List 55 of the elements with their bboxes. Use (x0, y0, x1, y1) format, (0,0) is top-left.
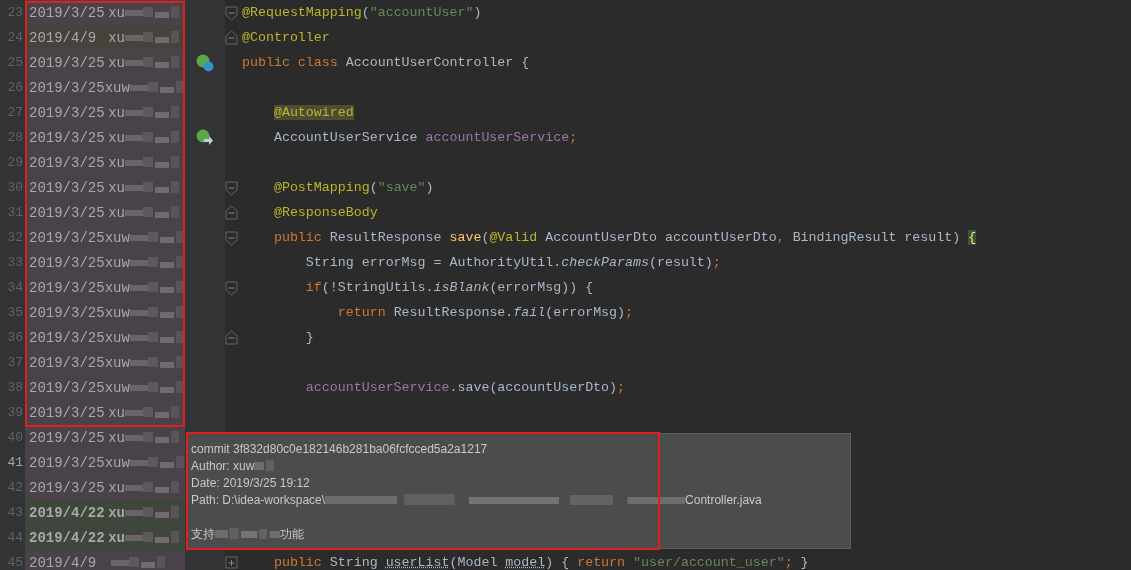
code-line: public class AccountUserController { (242, 55, 530, 70)
blame-annotation[interactable]: 2019/3/25 xu (25, 475, 185, 500)
code-line: String errorMsg = AuthorityUtil.checkParams(result); (304, 255, 721, 270)
blame-annotation[interactable]: 2019/4/22 xu (25, 525, 185, 550)
redaction-mark (215, 527, 280, 541)
tooltip-text: 功能 (280, 525, 304, 543)
blame-annotation[interactable]: 2019/3/25xuw (25, 250, 185, 275)
blame-annotation[interactable]: 2019/4/22 xu (25, 500, 185, 525)
blame-annotation[interactable]: 2019/3/25 xu (25, 150, 185, 175)
tooltip-text: Controller.java (685, 492, 762, 507)
blame-annotation[interactable]: 2019/3/25 xu (25, 100, 185, 125)
blame-annotation[interactable]: 2019/3/25 xu (25, 50, 185, 75)
code-line: @RequestMapping("accountUser") (242, 5, 482, 20)
blame-annotation[interactable]: 2019/3/25xuw (25, 350, 185, 375)
code-line: @PostMapping("save") (272, 180, 434, 195)
tooltip-text: Date: 2019/3/25 19:12 (191, 475, 310, 490)
blame-annotation[interactable]: 2019/3/25 xu (25, 425, 185, 450)
blame-annotation[interactable]: 2019/3/25 xu (25, 400, 185, 425)
blame-annotation[interactable]: 2019/3/25 xu (25, 0, 185, 25)
tooltip-text: Author: xuw (191, 458, 255, 473)
fold-marker-icon[interactable] (225, 229, 238, 246)
code-line: if(!StringUtils.isBlank(errorMsg)) { (304, 280, 594, 295)
blame-annotation[interactable]: 2019/3/25 xu (25, 200, 185, 225)
blame-annotation[interactable]: 2019/3/25xuw (25, 325, 185, 350)
code-line: @Controller (242, 30, 330, 45)
blame-annotation[interactable]: 2019/4/9 xu (25, 25, 185, 50)
blame-annotation[interactable]: 2019/3/25 xu (25, 175, 185, 200)
code-line: accountUserService.save(accountUserDto); (304, 380, 626, 395)
code-line: @ResponseBody (272, 205, 378, 220)
tooltip-text: Path: D:\idea-workspace\ (191, 492, 326, 507)
code-line: return ResultResponse.fail(errorMsg); (336, 305, 634, 320)
autowired-icon[interactable] (196, 128, 214, 147)
code-line: AccountUserService accountUserService; (272, 130, 578, 145)
blame-annotation[interactable]: 2019/3/25 xu (25, 125, 185, 150)
blame-annotation[interactable]: 2019/3/25xuw (25, 450, 185, 475)
code-line: public String userList(Model model) { return "user/account_user"; } (272, 555, 809, 570)
blame-annotation[interactable]: 2019/3/25xuw (25, 275, 185, 300)
fold-marker-icon[interactable] (225, 204, 238, 221)
code-line: public ResultResponse save(@Valid AccountUserDto accountUserDto, BindingResult result) { (272, 230, 977, 245)
fold-marker-icon[interactable] (225, 329, 238, 346)
blame-annotation[interactable]: 2019/4/9 (25, 550, 185, 570)
tooltip-text: commit 3f832d80c0e182146b281ba06fcfcced5a2a1217 (191, 441, 488, 456)
fold-marker-icon[interactable] (225, 554, 238, 570)
code-line: } (304, 330, 314, 345)
blame-annotation[interactable]: 2019/3/25xuw (25, 300, 185, 325)
blame-annotation[interactable]: 2019/3/25xuw (25, 75, 185, 100)
fold-marker-icon[interactable] (225, 29, 238, 46)
spring-bean-icon[interactable] (196, 53, 214, 72)
blame-annotation[interactable]: 2019/3/25xuw (25, 375, 185, 400)
blame-annotation[interactable]: 2019/3/25xuw (25, 225, 185, 250)
line-number: 41 (0, 450, 25, 475)
fold-marker-icon[interactable] (225, 279, 238, 296)
fold-marker-icon[interactable] (225, 179, 238, 196)
fold-marker-icon[interactable] (225, 4, 238, 21)
tooltip-text: 支持 (191, 525, 215, 543)
